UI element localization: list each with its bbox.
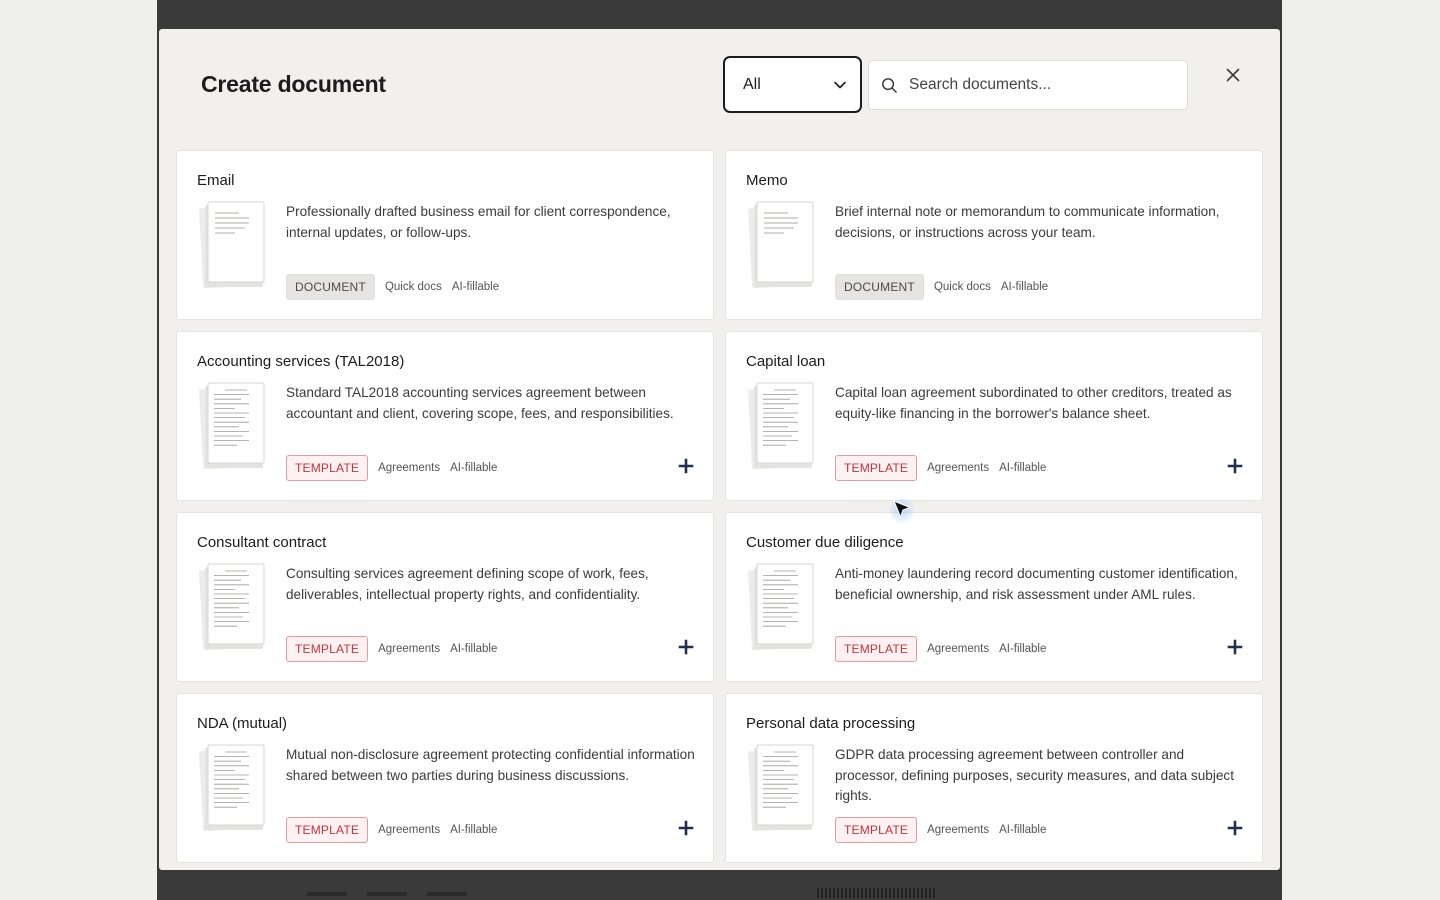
card-title: Accounting services (TAL2018) [197,353,405,370]
type-badge: TEMPLATE [286,817,369,843]
card-title: Customer due diligence [746,534,904,551]
card-tags: TEMPLATE Agreements AI-fillable [286,455,497,481]
document-thumbnail-icon [748,744,814,832]
backdrop-divider [367,892,407,896]
plus-icon[interactable] [1227,820,1243,836]
document-thumbnail-icon [748,201,814,289]
card-description: GDPR data processing agreement between c… [835,747,1234,804]
close-icon [1226,68,1240,82]
card-description: Consulting services agreement defining s… [286,566,649,602]
card-description: Standard TAL2018 accounting services agr… [286,385,674,421]
filter-selected-value: All [743,75,761,93]
document-card[interactable]: Customer due diligence Anti-money launde… [725,512,1263,682]
document-card[interactable]: Memo Brief internal note or memorandum t… [725,150,1263,320]
category-tag: Agreements [927,824,990,836]
card-tags: TEMPLATE Agreements AI-fillable [835,636,1046,662]
type-badge: TEMPLATE [835,817,918,843]
ai-fillable-tag: AI-fillable [1000,281,1049,293]
document-thumbnail-icon [199,744,265,832]
category-filter-select[interactable]: All [723,56,862,113]
ai-fillable-tag: AI-fillable [450,462,498,474]
category-tag: Agreements [378,824,441,836]
card-tags: TEMPLATE Agreements AI-fillable [286,636,497,662]
document-card[interactable]: Capital loan Capital loan agreement subo… [725,331,1263,501]
document-card[interactable]: Consultant contract Consulting services … [176,512,714,682]
card-description: Professionally drafted business email fo… [286,204,671,240]
card-title: Consultant contract [197,534,327,551]
backdrop-pattern [817,888,935,898]
ai-fillable-tag: AI-fillable [451,281,500,293]
document-thumbnail-icon [748,563,814,651]
document-thumbnail-icon [199,563,265,651]
card-title: Memo [746,172,788,189]
ai-fillable-tag: AI-fillable [450,824,498,836]
card-tags: TEMPLATE Agreements AI-fillable [835,455,1046,481]
card-description: Capital loan agreement subordinated to o… [835,385,1232,421]
type-badge: TEMPLATE [286,455,369,481]
card-title: Personal data processing [746,715,916,732]
create-document-modal: Create document All Email Professionally… [159,29,1280,870]
document-card-grid: Email Professionally drafted business em… [176,150,1263,863]
plus-icon[interactable] [678,458,694,474]
type-badge: TEMPLATE [835,636,918,662]
plus-icon[interactable] [1227,458,1243,474]
plus-icon[interactable] [678,820,694,836]
card-title: NDA (mutual) [197,715,288,732]
search-input[interactable] [909,76,1175,94]
plus-icon[interactable] [1227,639,1243,655]
card-tags: DOCUMENT Quick docs AI-fillable [286,274,499,300]
search-icon [882,77,897,93]
search-box [868,60,1188,110]
document-card[interactable]: Email Professionally drafted business em… [176,150,714,320]
ai-fillable-tag: AI-fillable [999,462,1047,474]
document-card[interactable]: Personal data processing GDPR data proce… [725,693,1263,863]
type-badge: TEMPLATE [286,636,369,662]
ai-fillable-tag: AI-fillable [450,643,498,655]
document-card[interactable]: NDA (mutual) Mutual non-disclosure agree… [176,693,714,863]
card-title: Capital loan [746,353,826,370]
type-badge: DOCUMENT [835,274,924,300]
category-tag: Agreements [927,643,990,655]
card-description: Brief internal note or memorandum to com… [835,204,1220,240]
ai-fillable-tag: AI-fillable [999,824,1047,836]
chevron-down-icon [834,81,846,88]
card-tags: TEMPLATE Agreements AI-fillable [835,817,1046,843]
document-thumbnail-icon [199,382,265,470]
card-tags: DOCUMENT Quick docs AI-fillable [835,274,1048,300]
category-tag: Agreements [927,462,990,474]
backdrop-divider [427,892,467,896]
modal-title: Create document [201,71,386,97]
document-thumbnail-icon [199,201,265,289]
document-thumbnail-icon [748,382,814,470]
type-badge: DOCUMENT [286,274,375,300]
mouse-cursor-icon [888,496,916,524]
card-title: Email [197,172,235,189]
type-badge: TEMPLATE [835,455,918,481]
category-tag: Agreements [378,462,441,474]
document-card[interactable]: Accounting services (TAL2018) Standard T… [176,331,714,501]
card-description: Anti-money laundering record documenting… [835,566,1238,602]
category-tag: Quick docs [384,281,442,293]
category-tag: Agreements [378,643,441,655]
ai-fillable-tag: AI-fillable [999,643,1047,655]
card-tags: TEMPLATE Agreements AI-fillable [286,817,497,843]
plus-icon[interactable] [678,639,694,655]
card-description: Mutual non-disclosure agreement protecti… [286,747,695,783]
category-tag: Quick docs [933,281,991,293]
close-button[interactable] [1223,65,1243,85]
backdrop-divider [307,892,347,896]
